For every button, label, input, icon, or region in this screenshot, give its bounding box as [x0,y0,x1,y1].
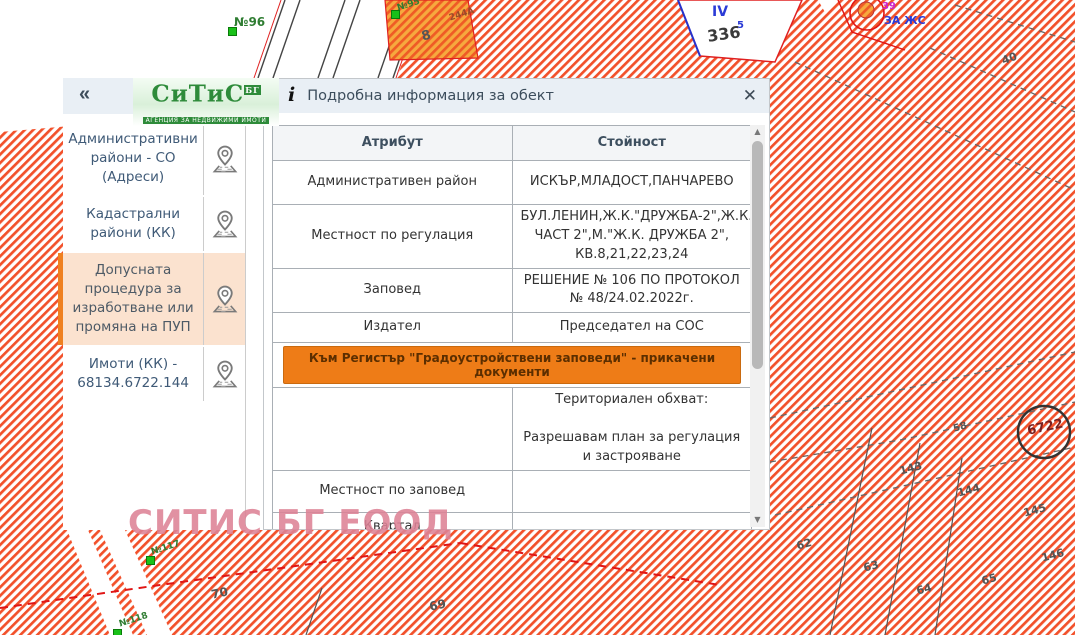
dialog-header: i Подробна информация за обект ✕ [264,79,769,113]
close-icon[interactable]: ✕ [741,86,759,106]
table-row: Местност по заповед [273,470,752,512]
value-cell: Председател на СОС [512,313,752,343]
info-dialog: i Подробна информация за обект ✕ Атрибут… [263,78,770,530]
attribute-cell: Квартал [273,512,513,530]
sidebar-item-2[interactable]: Допусната процедура за изработване или п… [58,253,245,345]
table-row: Местност по регулацияБУЛ.ЛЕНИН,Ж.К."ДРУЖ… [273,205,752,269]
agency-logo: СиТиСБГ АГЕНЦИЯ ЗА НЕДВИЖИМИ ИМОТИ www.c… [133,78,279,126]
value-cell: ИСКЪР,МЛАДОСТ,ПАНЧАРЕВО [512,161,752,205]
table-row: ЗаповедРЕШЕНИЕ № 106 ПО ПРОТОКОЛ № 48/24… [273,268,752,313]
layer-icon-cell [203,197,245,251]
sidebar-item-1[interactable]: Кадастрални райони (КК) [63,197,245,251]
attribute-cell: Издател [273,313,513,343]
dialog-scrollbar[interactable]: ▲ ▼ [750,125,765,527]
scroll-up-icon[interactable]: ▲ [750,125,765,139]
attribute-cell: Местност по регулация [273,205,513,269]
value-cell [512,470,752,512]
scroll-down-icon[interactable]: ▼ [750,513,765,527]
table-header-row: АтрибутСтойност [273,126,752,161]
sidebar-collapse-button[interactable]: « [63,84,90,108]
dialog-title: Подробна информация за обект [307,88,554,104]
layers-sidebar: « Административни райони - СО (Адреси) К… [63,78,263,530]
table-row: Териториален обхват: Разрешавам план за … [273,388,752,470]
logo-title: СиТиСБГ [133,78,279,107]
map-pin-icon [210,144,240,174]
sidebar-items: Административни райони - СО (Адреси) Кад… [63,114,246,526]
value-cell: РЕШЕНИЕ № 106 ПО ПРОТОКОЛ № 48/24.02.202… [512,268,752,313]
table-row: ИздателПредседател на СОС [273,313,752,343]
table-row: Към Регистър "Градоустройствени заповеди… [273,343,752,388]
sidebar-item-label: Допусната процедура за изработване или п… [63,253,203,345]
value-cell: Териториален обхват: Разрешавам план за … [512,388,752,470]
logo-sup: БГ [244,85,260,95]
layer-icon-cell [203,253,245,345]
table-row: Административен районИСКЪР,МЛАДОСТ,ПАНЧА… [273,161,752,205]
attributes-table: АтрибутСтойност Административен районИСК… [272,125,752,530]
logo-subtitle: АГЕНЦИЯ ЗА НЕДВИЖИМИ ИМОТИ [143,117,270,124]
map-pin-icon [210,359,240,389]
map-pin-icon [210,284,240,314]
sidebar-item-label: Административни райони - СО (Адреси) [63,122,203,195]
button-cell: Към Регистър "Градоустройствени заповеди… [273,343,752,388]
info-icon: i [288,84,295,106]
attribute-cell: Административен район [273,161,513,205]
table-row: Квартал [273,512,752,530]
map-pin-icon [210,209,240,239]
sidebar-item-label: Имоти (КК) - 68134.6722.144 [63,347,203,401]
attribute-cell [273,388,513,470]
layer-icon-cell [203,347,245,401]
layer-icon-cell [203,122,245,195]
column-header: Стойност [512,126,752,161]
sidebar-item-3[interactable]: Имоти (КК) - 68134.6722.144 [63,347,245,401]
app-window: №96№95244А8IV533639ЗА ЖС4058672214314414… [0,0,1075,635]
value-cell: БУЛ.ЛЕНИН,Ж.К."ДРУЖБА-2",Ж.К."ДРУЖБА-2-Ч… [512,205,752,269]
attribute-cell: Заповед [273,268,513,313]
sidebar-item-0[interactable]: Административни райони - СО (Адреси) [63,122,245,195]
sidebar-item-label: Кадастрални райони (КК) [63,197,203,251]
attribute-cell: Местност по заповед [273,470,513,512]
column-header: Атрибут [273,126,513,161]
scrollbar-thumb[interactable] [752,141,763,369]
value-cell [512,512,752,530]
register-link-button[interactable]: Към Регистър "Градоустройствени заповеди… [283,346,740,384]
